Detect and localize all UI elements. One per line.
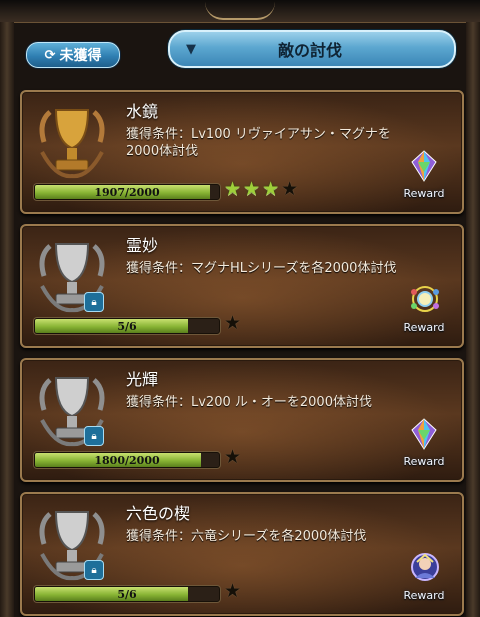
right-frame [466, 22, 480, 617]
star-rating: ★ [224, 314, 241, 333]
progress-text: 1907/2000 [94, 185, 160, 199]
achievement-card[interactable]: 水鏡 獲得条件：Lv100 リヴァイアサン・マグナを2000体討伐 1907/2… [20, 90, 464, 214]
star-icon: ★ [262, 178, 280, 200]
progress-bar: 1907/2000 [34, 184, 220, 200]
progress-bar: 5/6 [34, 586, 220, 602]
left-frame [0, 22, 14, 617]
achievement-condition: 獲得条件：Lv100 リヴァイアサン・マグナを2000体討伐 [126, 127, 391, 159]
star-icon: ★ [224, 446, 242, 468]
rainbow-crystal-icon [411, 418, 437, 450]
triangle-down-icon: ▼ [186, 41, 196, 57]
reward-label: Reward [403, 589, 445, 602]
achievement-title: 水鏡 [126, 102, 159, 121]
star-rating: ★ [224, 448, 241, 467]
reward-label: Reward [403, 187, 445, 200]
category-dropdown[interactable]: ▼ 敵の討伐 [168, 30, 456, 68]
dropdown-label: 敵の討伐 [277, 41, 342, 60]
achievement-title: 六色の楔 [126, 504, 191, 523]
reward-label: Reward [403, 321, 445, 334]
reward-button[interactable]: Reward [394, 550, 454, 604]
achievement-condition: 獲得条件：Lv200 ル・オーを2000体討伐 [126, 395, 372, 410]
progress-text: 5/6 [117, 587, 137, 601]
lock-icon: 🔒︎ [84, 560, 104, 580]
achievement-card[interactable]: 🔒︎ 光輝 獲得条件：Lv200 ル・オーを2000体討伐 1800/2000 … [20, 358, 464, 482]
achievement-condition: 獲得条件：マグナHLシリーズを各2000体討伐 [126, 261, 397, 276]
star-icon: ★ [224, 580, 242, 602]
top-frame [0, 0, 480, 23]
progress-text: 1800/2000 [94, 453, 160, 467]
reward-button[interactable]: Reward [394, 416, 454, 470]
progress-bar: 1800/2000 [34, 452, 220, 468]
gold-trophy-icon [39, 109, 105, 179]
achievement-condition: 獲得条件：六竜シリーズを各2000体討伐 [126, 529, 367, 544]
achievement-card[interactable]: 🔒︎ 六色の楔 獲得条件：六竜シリーズを各2000体討伐 5/6 ★ Rewar… [20, 492, 464, 616]
star-icon: ★ [224, 178, 242, 200]
lock-icon: 🔒︎ [84, 426, 104, 446]
filter-label: 未獲得 [59, 48, 102, 64]
star-icon: ★ [224, 312, 242, 334]
rainbow-crystal-icon [411, 150, 437, 182]
achievement-title: 光輝 [126, 370, 159, 389]
progress-bar: 5/6 [34, 318, 220, 334]
reward-button[interactable]: Reward [394, 148, 454, 202]
reward-label: Reward [403, 455, 445, 468]
lock-icon: 🔒︎ [84, 292, 104, 312]
unacquired-filter-button[interactable]: ⟳ 未獲得 [26, 42, 120, 68]
reward-button[interactable]: Reward [394, 282, 454, 336]
refresh-icon: ⟳ [44, 47, 56, 63]
star-rating: ★ [224, 582, 241, 601]
summon-stone-icon [411, 286, 439, 312]
achievement-title: 霊妙 [126, 236, 159, 255]
star-icon: ★ [281, 178, 299, 200]
star-icon: ★ [243, 178, 261, 200]
top-ornament [205, 2, 275, 20]
character-portrait-icon [411, 553, 439, 581]
progress-text: 5/6 [117, 319, 137, 333]
achievement-card[interactable]: 🔒︎ 霊妙 獲得条件：マグナHLシリーズを各2000体討伐 5/6 ★ Rewa… [20, 224, 464, 348]
star-rating: ★ ★ ★ ★ [224, 180, 298, 199]
